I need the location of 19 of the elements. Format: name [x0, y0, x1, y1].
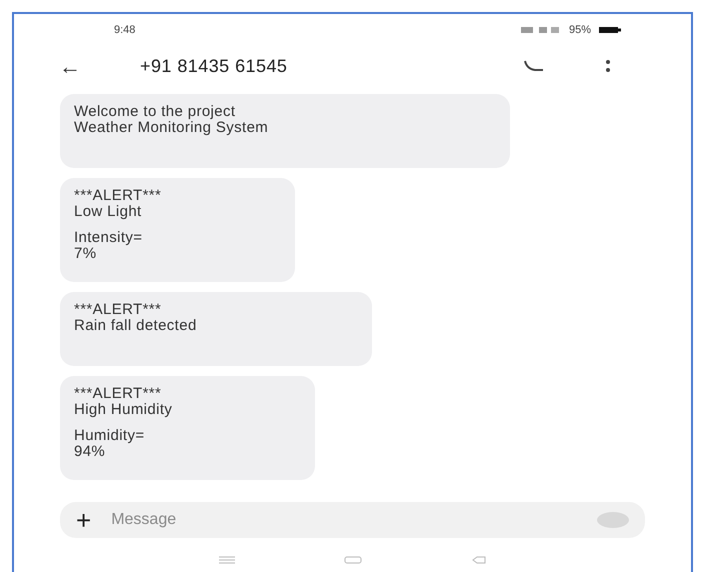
signal-icon	[520, 25, 561, 35]
message-text: ***ALERT*** Rain fall detected	[74, 302, 198, 334]
message-text: Intensity= 7%	[74, 230, 144, 262]
message-text: ***ALERT*** Low Light	[74, 188, 162, 220]
status-time: 9:48	[114, 22, 136, 38]
message-text: Welcome to the project Weather Monitoring System	[74, 104, 270, 136]
add-button[interactable]: +	[76, 507, 92, 533]
battery-percent: 95%	[568, 22, 591, 38]
message-text: Humidity= 94%	[74, 428, 146, 460]
message-input[interactable]: Message	[111, 508, 577, 532]
back-button[interactable]: ←	[50, 50, 90, 82]
home-icon[interactable]	[344, 556, 362, 564]
phone-icon[interactable]	[523, 59, 545, 73]
contact-title: +91 81435 61545	[140, 54, 288, 78]
battery-icon	[599, 26, 621, 34]
message-field[interactable]: + Message	[60, 502, 645, 538]
message-text: ***ALERT*** High Humidity	[74, 386, 174, 418]
back-icon[interactable]	[472, 556, 486, 564]
menu-icon[interactable]	[605, 59, 611, 73]
